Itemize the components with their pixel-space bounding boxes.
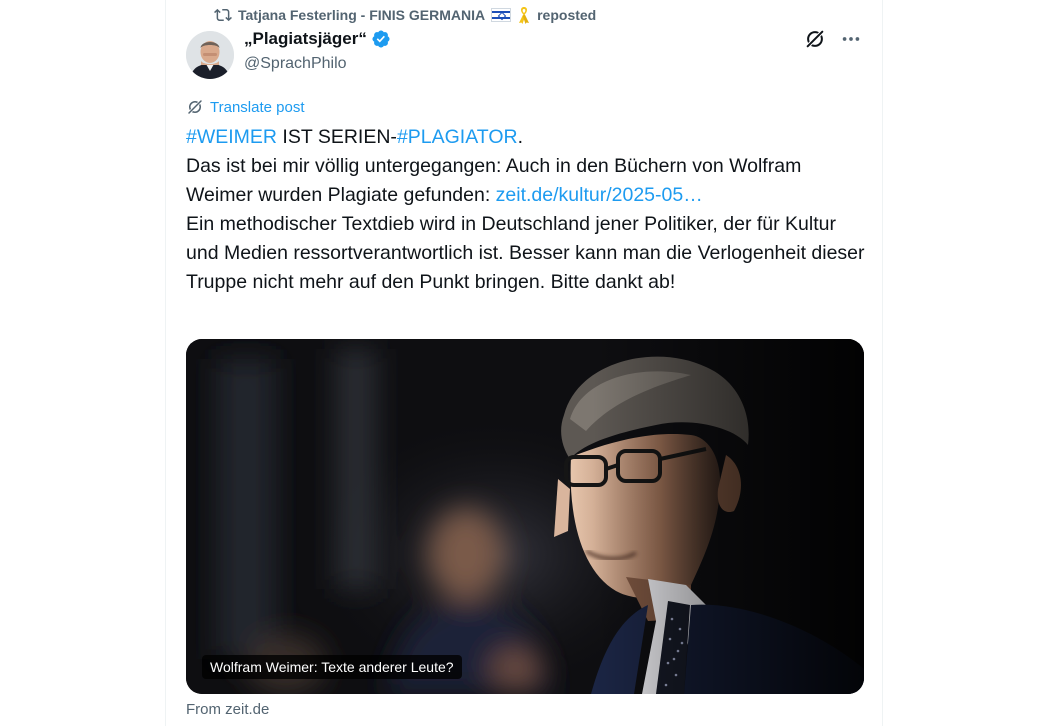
translate-icon [187, 99, 203, 115]
verified-badge-icon [372, 30, 390, 48]
author-handle[interactable]: @SprachPhilo [244, 55, 347, 73]
tweet-line-1: #WEIMER IST SERIEN-#PLAGIATOR. [186, 123, 866, 152]
israel-flag-icon [491, 8, 512, 22]
repost-icon [214, 8, 232, 22]
card-image [186, 339, 864, 694]
author-name-row[interactable]: „Plagiatsjäger“ [244, 29, 391, 49]
card-source: From zeit.de [186, 701, 270, 718]
grok-icon[interactable] [804, 28, 826, 50]
tweet-text-segment: Das ist bei mir völlig untergegangen: Au… [186, 155, 802, 206]
reposter-name[interactable]: Tatjana Festerling - FINIS GERMANIA [238, 7, 485, 23]
translate-post[interactable]: Translate post [186, 98, 305, 116]
author-display-name[interactable]: „Plagiatsjäger“ [244, 29, 367, 49]
more-options-icon[interactable] [840, 28, 862, 50]
reposted-label: reposted [537, 7, 597, 23]
yellow-ribbon-icon [519, 7, 530, 24]
translate-post-label[interactable]: Translate post [210, 99, 305, 116]
hashtag-weimer[interactable]: #WEIMER [186, 126, 277, 148]
tweet-text-segment: . [517, 126, 524, 148]
tweet-top-actions [804, 28, 862, 50]
tweet-paragraph-2: Das ist bei mir völlig untergegangen: Au… [186, 152, 866, 210]
repost-context[interactable]: Tatjana Festerling - FINIS GERMANIA repo… [214, 5, 596, 25]
tweet-text-segment: IST SERIEN- [277, 126, 397, 148]
link-card[interactable]: Wolfram Weimer: Texte anderer Leute? [186, 339, 864, 694]
card-caption: Wolfram Weimer: Texte anderer Leute? [202, 655, 462, 679]
avatar-image [186, 31, 234, 79]
zeit-link[interactable]: zeit.de/kultur/2025-05… [496, 184, 703, 206]
tweet-column: Tatjana Festerling - FINIS GERMANIA repo… [165, 0, 883, 726]
author-avatar[interactable] [186, 31, 234, 79]
hashtag-plagiator[interactable]: #PLAGIATOR [397, 126, 518, 148]
tweet-text: #WEIMER IST SERIEN-#PLAGIATOR. Das ist b… [186, 123, 866, 297]
tweet-paragraph-3: Ein methodischer Textdieb wird in Deutsc… [186, 213, 865, 293]
